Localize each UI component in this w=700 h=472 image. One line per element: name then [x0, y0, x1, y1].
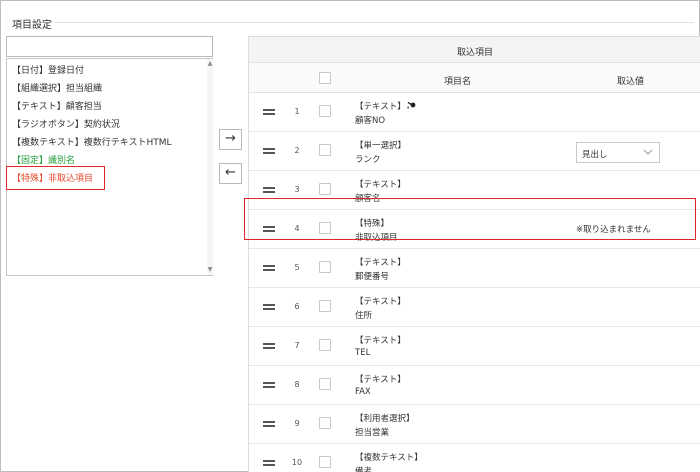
row-number: 8 — [294, 380, 300, 389]
selection-highlight-box — [6, 166, 105, 190]
row-number: 7 — [294, 341, 300, 350]
row-number: 3 — [294, 185, 300, 194]
list-item[interactable]: 【ラジオボタン】契約状況 — [12, 117, 120, 130]
drag-handle-icon[interactable] — [263, 187, 275, 193]
row-number: 9 — [294, 419, 300, 428]
item-name: FAX — [355, 387, 371, 397]
remove-item-button[interactable]: ← — [219, 163, 242, 184]
drag-handle-icon[interactable] — [263, 421, 275, 427]
drag-handle-icon[interactable] — [263, 148, 275, 154]
row-checkbox[interactable] — [319, 339, 331, 351]
item-type: 【複数テキスト】 — [355, 453, 423, 463]
table-group-header: 取込項目 — [249, 37, 700, 63]
item-name: TEL — [355, 348, 371, 358]
row-checkbox[interactable] — [319, 144, 331, 156]
column-header-name: 項目名 — [444, 77, 472, 87]
table-row: 8 【テキスト】 FAX — [249, 366, 700, 405]
table-row: 6 【テキスト】 住所 — [249, 288, 700, 327]
drag-handle-icon[interactable] — [263, 343, 275, 349]
key-icon — [407, 102, 416, 109]
section-title: 項目設定 — [12, 20, 52, 31]
drag-handle-icon[interactable] — [263, 109, 275, 115]
item-type: 【テキスト】 — [355, 180, 406, 190]
row-checkbox[interactable] — [319, 105, 331, 117]
item-name: 住所 — [355, 311, 373, 321]
list-item[interactable]: 【日付】登録日付 — [12, 63, 84, 76]
row-number: 5 — [294, 263, 300, 272]
table-row: 10 【複数テキスト】 備考 — [249, 444, 700, 472]
select-all-checkbox[interactable] — [319, 72, 331, 84]
value-select-text: 見出し — [582, 150, 608, 160]
row-checkbox[interactable] — [319, 183, 331, 195]
row-checkbox[interactable] — [319, 417, 331, 429]
list-item[interactable]: 【組織選択】担当組織 — [12, 81, 102, 94]
row-number: 2 — [294, 146, 300, 155]
drag-handle-icon[interactable] — [263, 460, 275, 466]
search-input[interactable] — [6, 36, 213, 57]
drag-handle-icon[interactable] — [263, 265, 275, 271]
row-highlight-box — [244, 198, 696, 240]
table-row: 1 【テキスト】 顧客NO — [249, 93, 700, 132]
row-checkbox[interactable] — [319, 300, 331, 312]
item-type: 【単一選択】 — [355, 141, 407, 151]
item-type: 【テキスト】 — [355, 375, 406, 385]
table-column-header: 項目名 取込値 — [249, 63, 700, 93]
drag-handle-icon[interactable] — [263, 304, 275, 310]
item-type: 【テキスト】 — [355, 297, 406, 307]
row-checkbox[interactable] — [319, 261, 331, 273]
row-checkbox[interactable] — [319, 378, 331, 390]
item-name: 備考 — [355, 467, 373, 472]
table-row: 7 【テキスト】 TEL — [249, 327, 700, 366]
list-scrollbar[interactable]: ▲ ▼ — [207, 59, 213, 275]
list-item[interactable]: 【テキスト】顧客担当 — [12, 99, 102, 112]
item-name: 顧客NO — [355, 116, 386, 126]
item-type: 【テキスト】 — [355, 258, 406, 268]
group-header-label: 取込項目 — [456, 48, 493, 58]
scroll-down-icon[interactable]: ▼ — [207, 266, 213, 274]
drag-handle-icon[interactable] — [263, 382, 275, 388]
table-row: 9 【利用者選択】 担当営業 — [249, 405, 700, 444]
chevron-down-icon — [643, 149, 653, 155]
item-name: 郵便番号 — [355, 272, 390, 282]
table-row: 5 【テキスト】 郵便番号 — [249, 249, 700, 288]
list-item[interactable]: 【固定】識別名 — [12, 153, 75, 166]
item-name: 担当営業 — [355, 428, 390, 438]
item-type: 【テキスト】 — [355, 100, 416, 112]
import-items-table: 取込項目 項目名 取込値 1 【テキスト】 顧客NO 2 【単一選択】 ランク … — [248, 36, 700, 472]
row-number: 1 — [294, 107, 300, 116]
column-header-value: 取込値 — [617, 77, 645, 87]
table-row: 2 【単一選択】 ランク 見出し — [249, 132, 700, 171]
item-name: ランク — [355, 155, 381, 165]
list-item[interactable]: 【複数テキスト】複数行テキストHTML — [12, 135, 172, 148]
row-checkbox[interactable] — [319, 456, 331, 468]
row-number: 10 — [291, 458, 303, 467]
row-number: 6 — [294, 302, 300, 311]
item-type: 【テキスト】 — [355, 336, 406, 346]
value-select[interactable]: 見出し — [576, 142, 660, 163]
item-type: 【利用者選択】 — [355, 414, 415, 424]
scroll-up-icon[interactable]: ▲ — [207, 60, 213, 68]
add-item-button[interactable]: → — [219, 129, 242, 150]
divider — [54, 22, 694, 23]
